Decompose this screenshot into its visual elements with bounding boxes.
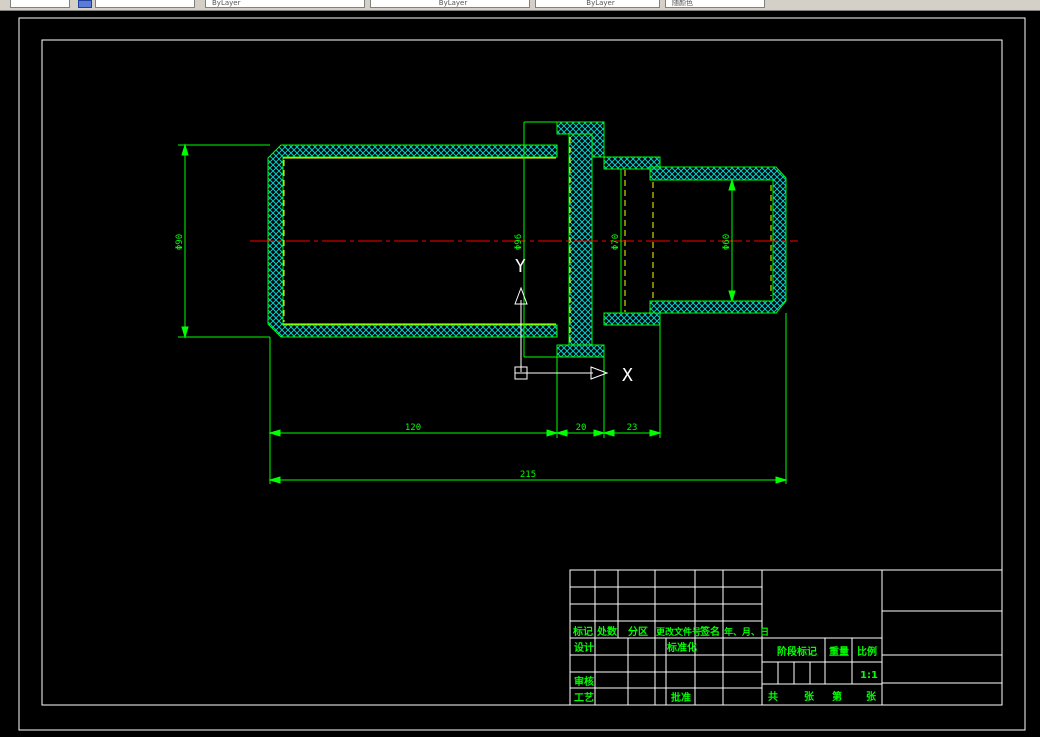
tb-count: 处数: [596, 625, 618, 638]
tb-scale: 比例: [857, 645, 877, 658]
dim-d60: Φ60: [722, 234, 732, 250]
toolbar-field-1[interactable]: [10, 0, 70, 8]
tb-standard: 标准化: [666, 641, 697, 654]
tb-scale-value: 1:1: [860, 670, 878, 681]
tb-approve: 批准: [671, 691, 691, 704]
ucs-y-label: Y: [515, 256, 526, 277]
color-icon[interactable]: [78, 0, 92, 8]
tb-sheets: 张: [804, 690, 815, 703]
outer-frame: [18, 17, 1026, 731]
dim-d70: Φ70: [611, 234, 621, 250]
drawing-canvas[interactable]: Φ90 Φ96 Φ70 Φ60 120 20 23 215 Y X 标记 处数 …: [0, 10, 1040, 737]
plot-style-dropdown[interactable]: 随颜色: [665, 0, 765, 8]
tb-process: 工艺: [574, 691, 594, 704]
tb-doc-no: 更改文件号: [656, 626, 701, 638]
tb-sheet2: 张: [866, 690, 877, 703]
toolbar-field-2[interactable]: [95, 0, 195, 8]
tb-design: 设计: [574, 641, 594, 654]
dim-d96: Φ96: [514, 234, 524, 250]
tb-total: 共: [768, 690, 778, 703]
dim-20: 20: [576, 423, 587, 433]
right-section-wall: [649, 166, 787, 314]
ucs-x-label: X: [622, 365, 633, 386]
tb-zone: 分区: [628, 625, 648, 638]
dim-d90: Φ90: [175, 234, 185, 250]
tb-mark: 标记: [572, 625, 593, 638]
dim-120: 120: [405, 423, 421, 433]
tb-page: 第: [832, 690, 842, 703]
dim-215: 215: [520, 470, 536, 480]
tb-sign: 签名: [699, 625, 720, 638]
layer-dropdown-1[interactable]: ByLayer: [205, 0, 365, 8]
layer-dropdown-3[interactable]: ByLayer: [535, 0, 660, 8]
tb-review: 审核: [574, 675, 594, 688]
layer-dropdown-2[interactable]: ByLayer: [370, 0, 530, 8]
flange: [556, 121, 605, 358]
tb-weight: 重量: [829, 645, 849, 658]
dim-23: 23: [627, 423, 638, 433]
tb-date: 年、月、日: [724, 626, 769, 638]
tb-stage: 阶段标记: [777, 645, 817, 658]
